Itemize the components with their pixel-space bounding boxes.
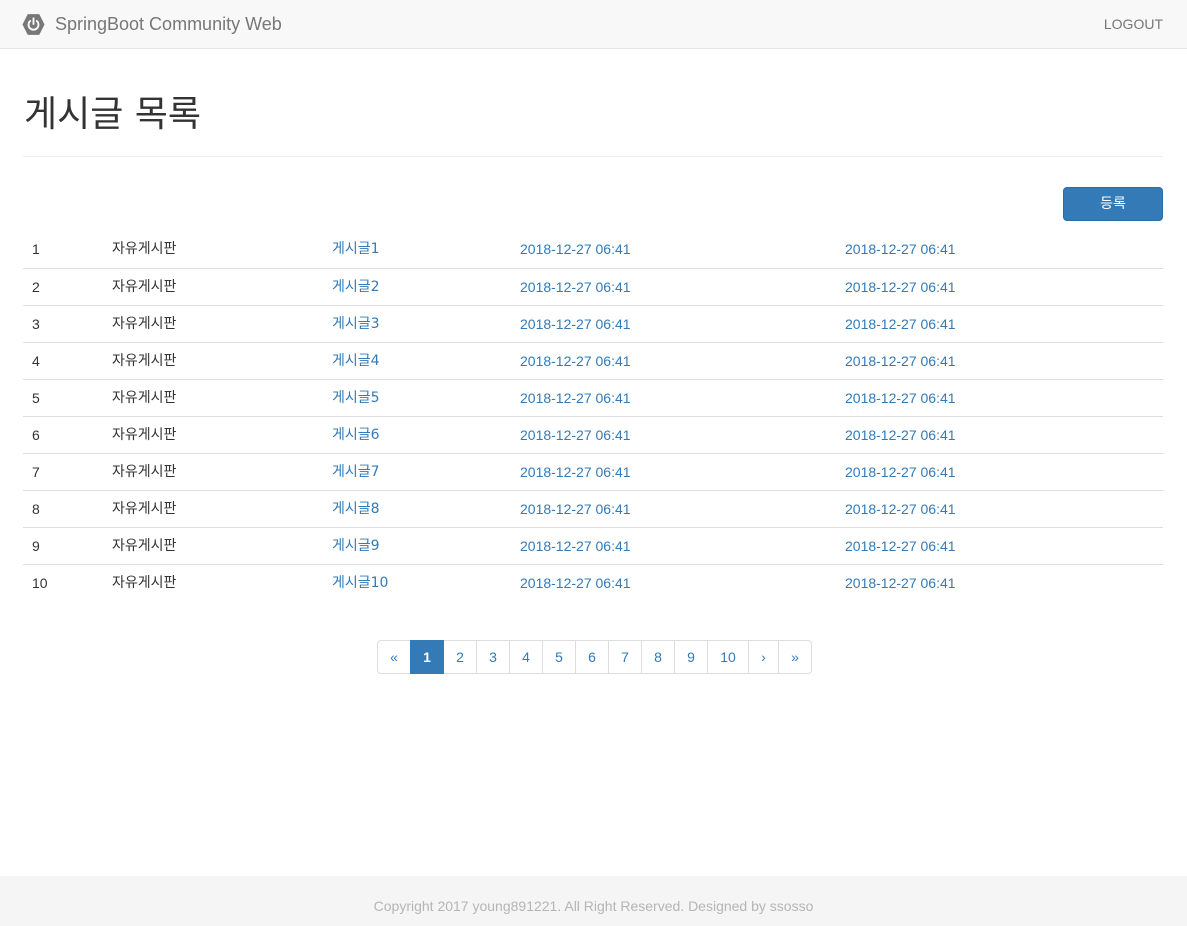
page-10-button[interactable]: 10: [707, 640, 749, 674]
post-title-link[interactable]: 게시글6: [332, 427, 380, 444]
post-updated-date: 2018-12-27 06:41: [845, 316, 956, 332]
post-category: 자유게시판: [112, 279, 177, 295]
post-number: 7: [32, 464, 40, 480]
post-category: 자유게시판: [112, 501, 177, 517]
post-title-link[interactable]: 게시글4: [332, 353, 380, 370]
table-row: 9 자유게시판 게시글9 2018-12-27 06:41 2018-12-27…: [23, 527, 1163, 564]
post-title-link[interactable]: 게시글9: [332, 538, 380, 555]
table-row: 7 자유게시판 게시글7 2018-12-27 06:41 2018-12-27…: [23, 453, 1163, 490]
post-category: 자유게시판: [112, 316, 177, 332]
post-number: 4: [32, 353, 40, 369]
page-8-button[interactable]: 8: [641, 640, 675, 674]
post-updated-date: 2018-12-27 06:41: [845, 575, 956, 591]
page-6-button[interactable]: 6: [575, 640, 609, 674]
table-row: 2 자유게시판 게시글2 2018-12-27 06:41 2018-12-27…: [23, 268, 1163, 305]
post-created-date: 2018-12-27 06:41: [520, 316, 631, 332]
post-title-link[interactable]: 게시글10: [332, 575, 388, 592]
post-updated-date: 2018-12-27 06:41: [845, 353, 956, 369]
page-next-button[interactable]: ›: [748, 640, 779, 674]
post-title-link[interactable]: 게시글2: [332, 279, 380, 296]
page-5-button[interactable]: 5: [542, 640, 576, 674]
post-category: 자유게시판: [112, 241, 177, 257]
post-updated-date: 2018-12-27 06:41: [845, 279, 956, 295]
post-created-date: 2018-12-27 06:41: [520, 501, 631, 517]
brand-name: SpringBoot Community Web: [55, 14, 282, 34]
post-created-date: 2018-12-27 06:41: [520, 241, 631, 257]
table-row: 3 자유게시판 게시글3 2018-12-27 06:41 2018-12-27…: [23, 305, 1163, 342]
post-created-date: 2018-12-27 06:41: [520, 427, 631, 443]
post-category: 자유게시판: [112, 464, 177, 480]
table-row: 1 자유게시판 게시글1 2018-12-27 06:41 2018-12-27…: [23, 231, 1163, 268]
copyright-text: Copyright 2017 young891221. All Right Re…: [373, 898, 814, 914]
page-title: 게시글 목록: [24, 94, 202, 135]
page-first-button[interactable]: «: [377, 640, 411, 674]
post-created-date: 2018-12-27 06:41: [520, 575, 631, 591]
table-row: 6 자유게시판 게시글6 2018-12-27 06:41 2018-12-27…: [23, 416, 1163, 453]
logout-link[interactable]: LOGOUT: [1104, 15, 1163, 33]
top-navbar: SpringBoot Community Web LOGOUT: [0, 0, 1187, 49]
post-updated-date: 2018-12-27 06:41: [845, 464, 956, 480]
page-4-button[interactable]: 4: [509, 640, 543, 674]
register-button[interactable]: 등록: [1063, 187, 1163, 221]
post-updated-date: 2018-12-27 06:41: [845, 538, 956, 554]
power-icon: [22, 13, 45, 35]
page-9-button[interactable]: 9: [674, 640, 708, 674]
post-number: 3: [32, 316, 40, 332]
post-created-date: 2018-12-27 06:41: [520, 464, 631, 480]
footer: Copyright 2017 young891221. All Right Re…: [0, 876, 1187, 926]
title-divider: [23, 156, 1163, 157]
post-number: 8: [32, 501, 40, 517]
brand[interactable]: SpringBoot Community Web: [22, 12, 282, 36]
post-title-link[interactable]: 게시글5: [332, 390, 380, 407]
post-created-date: 2018-12-27 06:41: [520, 538, 631, 554]
page-2-button[interactable]: 2: [443, 640, 477, 674]
board-list: 1 자유게시판 게시글1 2018-12-27 06:41 2018-12-27…: [23, 231, 1163, 601]
page-last-button[interactable]: »: [778, 640, 812, 674]
post-created-date: 2018-12-27 06:41: [520, 353, 631, 369]
post-updated-date: 2018-12-27 06:41: [845, 390, 956, 406]
post-updated-date: 2018-12-27 06:41: [845, 241, 956, 257]
post-number: 2: [32, 279, 40, 295]
post-title-link[interactable]: 게시글3: [332, 316, 380, 333]
post-updated-date: 2018-12-27 06:41: [845, 501, 956, 517]
table-row: 10 자유게시판 게시글10 2018-12-27 06:41 2018-12-…: [23, 564, 1163, 601]
post-category: 자유게시판: [112, 390, 177, 406]
table-row: 4 자유게시판 게시글4 2018-12-27 06:41 2018-12-27…: [23, 342, 1163, 379]
post-updated-date: 2018-12-27 06:41: [845, 427, 956, 443]
post-created-date: 2018-12-27 06:41: [520, 279, 631, 295]
post-title-link[interactable]: 게시글7: [332, 464, 380, 481]
post-number: 9: [32, 538, 40, 554]
post-number: 10: [32, 575, 48, 591]
post-title-link[interactable]: 게시글1: [332, 241, 380, 258]
page-7-button[interactable]: 7: [608, 640, 642, 674]
post-category: 자유게시판: [112, 575, 177, 591]
table-row: 8 자유게시판 게시글8 2018-12-27 06:41 2018-12-27…: [23, 490, 1163, 527]
post-number: 5: [32, 390, 40, 406]
page-1-button[interactable]: 1: [410, 640, 444, 674]
post-category: 자유게시판: [112, 353, 177, 369]
post-number: 6: [32, 427, 40, 443]
post-number: 1: [32, 241, 40, 257]
post-created-date: 2018-12-27 06:41: [520, 390, 631, 406]
table-row: 5 자유게시판 게시글5 2018-12-27 06:41 2018-12-27…: [23, 379, 1163, 416]
post-title-link[interactable]: 게시글8: [332, 501, 380, 518]
pagination: « 1 2 3 4 5 6 7 8 9 10 › »: [377, 640, 812, 674]
post-category: 자유게시판: [112, 427, 177, 443]
page-3-button[interactable]: 3: [476, 640, 510, 674]
post-category: 자유게시판: [112, 538, 177, 554]
